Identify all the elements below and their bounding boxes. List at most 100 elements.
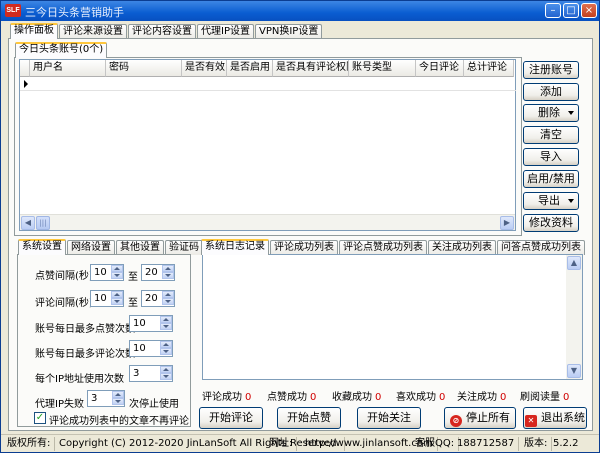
column-header-valid[interactable]: 是否有效	[182, 60, 227, 77]
start-comment-button[interactable]: 开始评论	[199, 407, 263, 429]
like-interval-min-input[interactable]: 10	[90, 264, 124, 281]
ip-usage-limit-input[interactable]: 3	[129, 365, 173, 382]
register-account-button[interactable]: 注册账号	[523, 61, 579, 79]
like-interval-max-value: 20	[145, 267, 158, 278]
clear-button[interactable]: 清空	[523, 126, 579, 144]
support-qq-label: 客服QQ:	[411, 437, 460, 451]
range-to-label: 至	[128, 272, 138, 283]
support-qq-number: 188712587	[453, 437, 520, 451]
tab-comment-content[interactable]: 评论内容设置	[128, 24, 196, 39]
exit-button[interactable]: ✕ 退出系统	[523, 407, 587, 429]
comment-interval-min-value: 10	[94, 293, 107, 304]
daily-comment-limit-input[interactable]: 10	[129, 340, 173, 357]
minimize-button[interactable]: –	[545, 3, 561, 18]
stop-all-label: 停止所有	[466, 411, 510, 424]
enable-disable-button[interactable]: 启用/禁用	[523, 170, 579, 188]
stat-refresh-reads: 刷阅读量 0	[520, 388, 569, 403]
column-header-account-type[interactable]: 账号类型	[349, 60, 416, 77]
spinner[interactable]	[162, 265, 174, 280]
stat-value: 0	[310, 392, 317, 403]
column-header-password[interactable]: 密码	[106, 60, 182, 77]
scrollbar-thumb[interactable]: |||	[36, 216, 50, 230]
stat-label: 评论成功	[202, 392, 242, 403]
stat-label: 点赞成功	[267, 392, 307, 403]
horizontal-scrollbar[interactable]: ◀ ||| ▶	[20, 214, 515, 230]
daily-like-limit-input[interactable]: 10	[129, 315, 173, 332]
system-log-textarea[interactable]: ▲ ▼	[202, 254, 583, 380]
window-title: 三今日头条营销助手	[25, 7, 124, 19]
like-interval-min-value: 10	[94, 267, 107, 278]
close-button[interactable]: ×	[581, 3, 597, 18]
checkmark-icon: ✓	[35, 412, 45, 423]
tab-comment-like-success[interactable]: 评论点赞成功列表	[339, 240, 427, 255]
column-header-comment-permission[interactable]: 是否具有评论权限	[273, 60, 349, 77]
tab-vpn-ip[interactable]: VPN换IP设置	[254, 24, 323, 39]
comment-interval-max-input[interactable]: 20	[141, 290, 175, 307]
like-interval-label: 点赞间隔(秒)	[35, 271, 93, 282]
tab-proxy-ip[interactable]: 代理IP设置	[197, 24, 254, 39]
start-follow-button[interactable]: 开始关注	[357, 407, 421, 429]
comment-interval-min-input[interactable]: 10	[90, 290, 124, 307]
column-header-username[interactable]: 用户名	[30, 60, 106, 77]
maximize-icon: □	[566, 5, 576, 16]
website-label: 网址:	[265, 437, 298, 451]
tab-network-settings[interactable]: 网络设置	[67, 240, 115, 255]
scroll-down-icon[interactable]: ▼	[567, 364, 581, 378]
scroll-right-icon[interactable]: ▶	[500, 216, 514, 230]
export-label: 导出	[538, 194, 560, 207]
dropdown-arrow-icon	[568, 199, 574, 203]
import-button[interactable]: 导入	[523, 148, 579, 166]
stat-love-success: 喜欢成功 0	[396, 388, 445, 403]
add-button[interactable]: 添加	[523, 83, 579, 101]
stop-all-button[interactable]: ⊘ 停止所有	[444, 407, 516, 429]
tab-qa-like-success[interactable]: 问答点赞成功列表	[497, 240, 585, 255]
tab-other-settings[interactable]: 其他设置	[116, 240, 164, 255]
stat-value: 0	[500, 392, 507, 403]
stat-comment-success: 评论成功 0	[202, 388, 251, 403]
spinner[interactable]	[112, 391, 124, 406]
spinner[interactable]	[160, 366, 172, 381]
spinner[interactable]	[162, 291, 174, 306]
like-interval-max-input[interactable]: 20	[141, 264, 175, 281]
delete-button[interactable]: 删除	[523, 104, 579, 122]
accounts-tab-strip: 今日头条账号(0个)	[15, 42, 108, 58]
spinner[interactable]	[111, 291, 123, 306]
tab-follow-success[interactable]: 关注成功列表	[428, 240, 496, 255]
scroll-up-icon[interactable]: ▲	[567, 256, 581, 270]
maximize-button[interactable]: □	[563, 3, 579, 18]
tab-captcha[interactable]: 验证码	[165, 240, 203, 255]
spinner[interactable]	[111, 265, 123, 280]
edit-profile-button[interactable]: 修改资料	[523, 214, 579, 232]
stat-follow-success: 关注成功 0	[457, 388, 506, 403]
exit-label: 退出系统	[541, 411, 585, 424]
table-row[interactable]	[20, 77, 516, 91]
tab-system-settings[interactable]: 系统设置	[18, 239, 66, 255]
stat-value: 0	[563, 392, 570, 403]
delete-label: 删除	[538, 106, 560, 119]
column-header-today-comments[interactable]: 今日评论	[416, 60, 464, 77]
app-window: SLF 三今日头条营销助手 – □ × 操作面板 评论来源设置 评论内容设置 代…	[0, 0, 600, 453]
spinner[interactable]	[160, 341, 172, 356]
vertical-scrollbar[interactable]: ▲ ▼	[566, 255, 582, 379]
main-tab-strip: 操作面板 评论来源设置 评论内容设置 代理IP设置 VPN换IP设置	[10, 23, 323, 39]
column-header-enabled[interactable]: 是否启用	[227, 60, 273, 77]
column-header-total-comments[interactable]: 总计评论	[464, 60, 514, 77]
spinner[interactable]	[160, 316, 172, 331]
stat-label: 关注成功	[457, 392, 497, 403]
accounts-table[interactable]: 用户名 密码 是否有效 是否启用 是否具有评论权限 账号类型 今日评论 总计评论…	[19, 59, 516, 231]
tab-operation-panel[interactable]: 操作面板	[10, 23, 58, 39]
minimize-icon: –	[550, 5, 556, 16]
current-row-arrow-icon	[24, 80, 28, 88]
tab-comment-success[interactable]: 评论成功列表	[270, 240, 338, 255]
exit-icon: ✕	[525, 415, 537, 427]
tab-comment-source[interactable]: 评论来源设置	[59, 24, 127, 39]
no-repeat-comment-checkbox[interactable]: ✓	[34, 412, 46, 424]
daily-comment-limit-label: 账号每日最多评论次数	[35, 349, 135, 360]
title-bar[interactable]: SLF 三今日头条营销助手 – □ ×	[1, 1, 599, 21]
scroll-left-icon[interactable]: ◀	[21, 216, 35, 230]
start-like-button[interactable]: 开始点赞	[277, 407, 341, 429]
export-button[interactable]: 导出	[523, 192, 579, 210]
tab-accounts[interactable]: 今日头条账号(0个)	[15, 42, 108, 58]
tab-system-log[interactable]: 系统日志记录	[201, 239, 269, 255]
proxy-fail-input[interactable]: 3	[87, 390, 125, 407]
